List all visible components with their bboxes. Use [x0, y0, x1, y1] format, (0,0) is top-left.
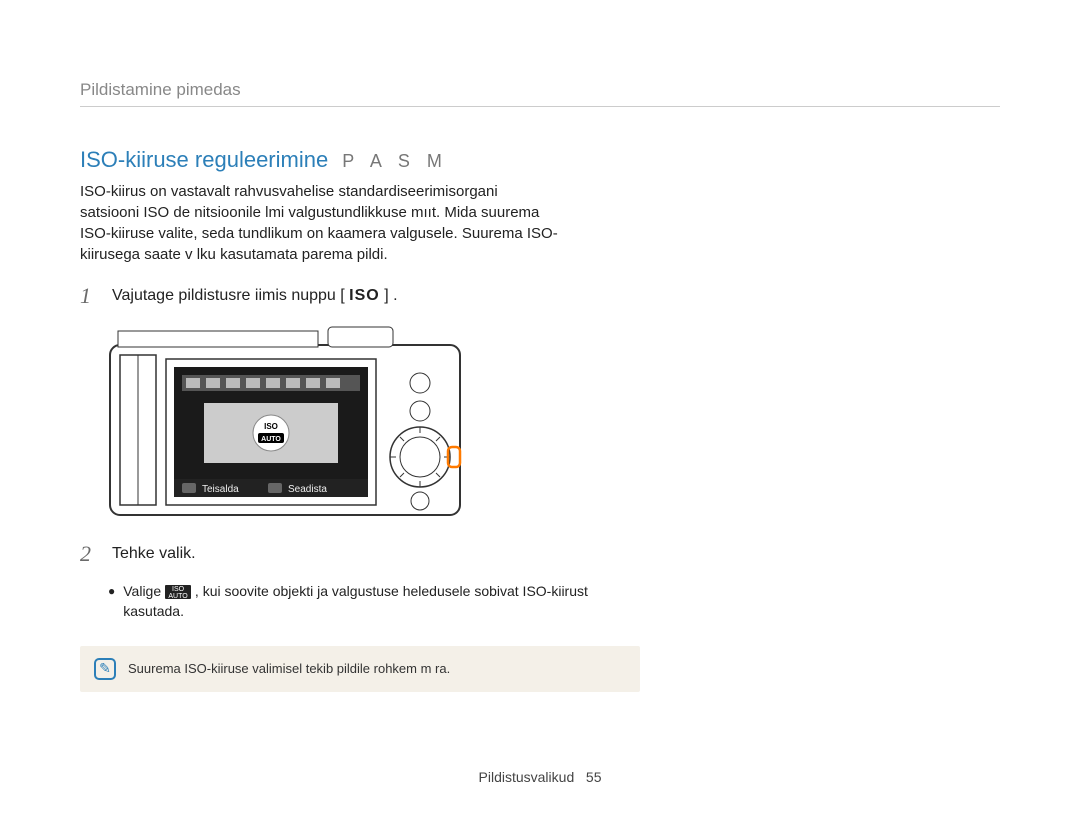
note-text: Suurema ISO-kiiruse valimisel tekib pild…: [128, 661, 450, 676]
intro-paragraph: ISO-kiirus on vastavalt rahvusvahelise s…: [80, 181, 560, 265]
bullet-dot-icon: ●: [108, 581, 115, 622]
mode-indicators: P A S M: [342, 151, 448, 172]
note-box: ✎ Suurema ISO-kiiruse valimisel tekib pi…: [80, 646, 640, 692]
step-number: 2: [80, 541, 98, 567]
footer-label: Pildistusvalikud: [479, 769, 575, 785]
seadista-label: Seadista: [288, 484, 327, 495]
teisalda-label: Teisalda: [202, 484, 239, 495]
step-text: Vajutage pildistusre iimis nuppu [ ISO ]…: [112, 283, 398, 309]
iso-text-top: ISO: [264, 422, 278, 431]
bullet-text: Valige ISOAUTO , kui soovite objekti ja …: [123, 581, 608, 622]
step1-text-after: ] .: [384, 287, 397, 304]
page-header: Pildistamine pimedas: [80, 80, 1000, 107]
step1-text-before: Vajutage pildistusre iimis nuppu [: [112, 287, 345, 304]
section-title-text: ISO-kiiruse reguleerimine: [80, 147, 328, 173]
iso-text-bottom: AUTO: [261, 436, 281, 443]
step-1: 1 Vajutage pildistusre iimis nuppu [ ISO…: [80, 283, 1000, 309]
step-text: Tehke valik.: [112, 541, 196, 567]
page-footer: Pildistusvalikud 55: [0, 769, 1080, 785]
step-2: 2 Tehke valik.: [80, 541, 1000, 567]
bullet-before: Valige: [123, 583, 165, 599]
footer-page: 55: [586, 769, 602, 785]
step-number: 1: [80, 283, 98, 309]
step-2-bullet: ● Valige ISOAUTO , kui soovite objekti j…: [108, 581, 1000, 622]
iso-button-label: ISO: [349, 287, 380, 304]
bullet-after: , kui soovite objekti ja valgustuse hele…: [123, 583, 588, 619]
camera-illustration: ISO AUTO Teisalda Seadista: [108, 323, 1000, 523]
camera-svg: ISO AUTO Teisalda Seadista: [108, 323, 468, 523]
section-heading: ISO-kiiruse reguleerimine P A S M: [80, 147, 1000, 173]
iso-auto-icon: ISOAUTO: [165, 585, 191, 599]
note-icon: ✎: [94, 658, 116, 680]
